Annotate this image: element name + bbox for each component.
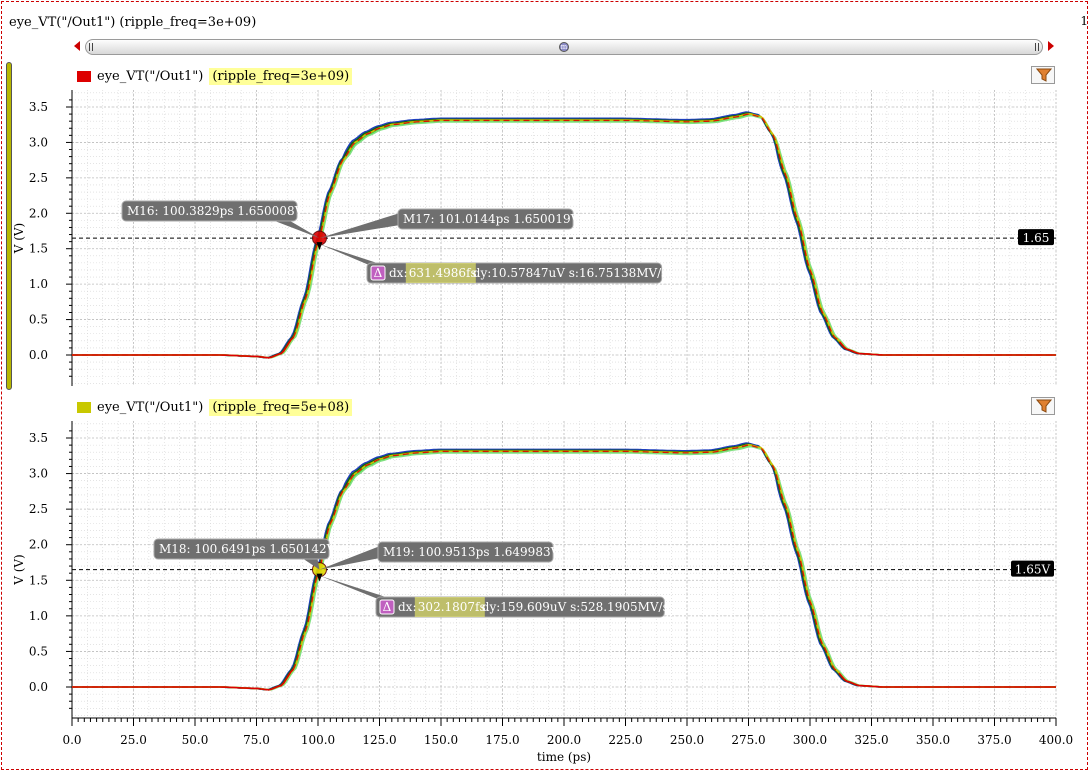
plot-panel-2[interactable]: 3.5 3.0 2.5 2.0 1.5 1.0 0.5 0.0 V (V) 1.65V M18: 1… bbox=[12, 421, 1057, 718]
x-tick-label: 200.0 bbox=[547, 733, 581, 747]
y-tick-label: 0.5 bbox=[29, 313, 48, 327]
y-tick-label: 1.0 bbox=[29, 609, 48, 623]
delta-rest: dy:10.57847uV s:16.75138MV/s bbox=[473, 266, 668, 280]
delta-dx-value: 631.4986fs bbox=[409, 266, 477, 280]
x-tick-label: 300.0 bbox=[793, 733, 827, 747]
x-tick-label: 100.0 bbox=[301, 733, 335, 747]
delta-rest: dy:159.609uV s:528.1905MV/s bbox=[482, 600, 669, 614]
x-tick-label: 350.0 bbox=[916, 733, 950, 747]
y-tick-label: 2.0 bbox=[29, 538, 48, 552]
x-tick-label: 275.0 bbox=[731, 733, 765, 747]
x-axis-label: time (ps) bbox=[537, 750, 591, 764]
delta-icon-glyph: Δ bbox=[374, 266, 383, 280]
delta-icon-glyph: Δ bbox=[383, 600, 392, 614]
x-tick-label: 250.0 bbox=[670, 733, 704, 747]
y-tick-label: 2.5 bbox=[29, 502, 48, 516]
marker-label-a: M16: 100.3829ps 1.650008V bbox=[127, 204, 304, 218]
delta-dx-value: 302.1807fs bbox=[418, 600, 486, 614]
delta-dx-label: dx: bbox=[389, 266, 408, 280]
reference-line-label: 1.65 bbox=[1023, 231, 1050, 245]
eye-trace-baseline bbox=[838, 673, 1056, 688]
y-tick-label: 0.5 bbox=[29, 644, 48, 658]
marker-label-b: M17: 101.0144ps 1.650019V bbox=[403, 212, 580, 226]
marker-label-b: M19: 100.9513ps 1.649983V bbox=[383, 545, 560, 559]
y-tick-label: 3.5 bbox=[29, 431, 48, 445]
y-axis-label: V (V) bbox=[12, 223, 26, 255]
x-tick-label: 125.0 bbox=[362, 733, 396, 747]
y-tick-label: 1.0 bbox=[29, 277, 48, 291]
y-tick-label: 2.5 bbox=[29, 171, 48, 185]
y-tick-label: 2.0 bbox=[29, 206, 48, 220]
x-tick-label: 75.0 bbox=[243, 733, 270, 747]
waveform-plots[interactable]: 3.5 3.0 2.5 2.0 1.5 1.0 0.5 0.0 V (V) 1.65 M16: 10… bbox=[0, 0, 1091, 773]
x-tick-label: 175.0 bbox=[485, 733, 519, 747]
y-tick-label: 1.5 bbox=[29, 573, 48, 587]
x-tick-label: 400.0 bbox=[1039, 733, 1073, 747]
delta-pointer bbox=[319, 244, 383, 265]
x-tick-label: 50.0 bbox=[182, 733, 209, 747]
y-tick-label: 0.0 bbox=[29, 348, 48, 362]
x-tick-label: 25.0 bbox=[120, 733, 147, 747]
x-tick-label: 150.0 bbox=[424, 733, 458, 747]
x-axis: 0.0 25.0 50.0 75.0 100.0 125.0 150.0 175.0 200.0… bbox=[62, 717, 1073, 764]
x-tick-label: 0.0 bbox=[62, 733, 81, 747]
y-tick-label: 3.5 bbox=[29, 100, 48, 114]
x-tick-label: 375.0 bbox=[977, 733, 1011, 747]
y-tick-label: 3.0 bbox=[29, 135, 48, 149]
reference-line-label: 1.65V bbox=[1015, 563, 1051, 577]
y-axis-label: V (V) bbox=[12, 554, 26, 586]
y-tick-label: 0.0 bbox=[29, 680, 48, 694]
x-tick-label: 225.0 bbox=[608, 733, 642, 747]
delta-dx-label: dx: bbox=[398, 600, 417, 614]
y-tick-label: 3.0 bbox=[29, 467, 48, 481]
x-tick-label: 325.0 bbox=[854, 733, 888, 747]
eye-trace-baseline bbox=[838, 341, 1056, 356]
y-tick-label: 1.5 bbox=[29, 242, 48, 256]
marker-label-a: M18: 100.6491ps 1.650142V bbox=[159, 542, 336, 556]
plot-panel-1[interactable]: 3.5 3.0 2.5 2.0 1.5 1.0 0.5 0.0 V (V) 1.65 M16: 10… bbox=[12, 90, 1057, 386]
